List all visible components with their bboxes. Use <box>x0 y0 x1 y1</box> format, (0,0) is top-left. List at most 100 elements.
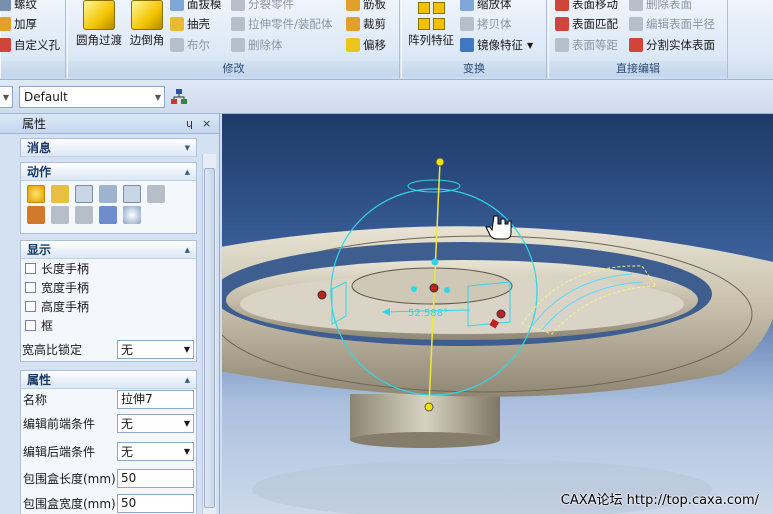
round-button[interactable]: 圆角过渡 <box>72 0 126 48</box>
collapse-icon: ▲ <box>184 245 190 254</box>
array-feature-button[interactable]: 阵列特征 <box>404 0 458 48</box>
feature-properties-icon[interactable] <box>51 185 69 203</box>
link-icon[interactable] <box>51 206 69 224</box>
checkbox-box[interactable] <box>25 282 36 293</box>
chevron-down-icon: ▼ <box>527 40 534 50</box>
close-icon[interactable]: × <box>202 117 211 130</box>
axis-bottom-handle[interactable] <box>424 402 434 412</box>
collapse-icon: ▼ <box>184 143 190 152</box>
extrude-part-icon <box>231 17 245 31</box>
checkbox-box[interactable] <box>25 320 36 331</box>
actions-header[interactable]: 动作 ▲ <box>21 163 196 181</box>
copy-feature-icon[interactable] <box>123 185 141 203</box>
face-draft-icon <box>170 0 184 11</box>
aspect-lock-select[interactable]: 无 ▼ <box>117 339 194 359</box>
unlink-icon[interactable] <box>75 206 93 224</box>
panel-title: 属性 <box>22 117 47 131</box>
3d-viewport[interactable]: 52.588° CAXA论坛 http://top.caxa.com/ <box>222 114 773 514</box>
hub-base-edge <box>350 432 500 448</box>
offset-button[interactable]: 偏移 <box>346 35 386 55</box>
left-handle[interactable] <box>411 286 417 292</box>
mirror-icon <box>460 38 474 52</box>
suppress-icon[interactable] <box>147 185 165 203</box>
split-face-button[interactable]: 分割实体表面 <box>629 35 715 55</box>
face-offset-button[interactable]: 表面等距 <box>555 35 618 55</box>
ribbon-group-label: 直接编辑 <box>549 61 727 77</box>
ribbon-group-label: 修改 <box>68 61 399 77</box>
zoom-icon[interactable] <box>123 206 141 224</box>
ribbon-group-label: 变换 <box>402 61 546 77</box>
face-match-button[interactable]: 表面匹配 <box>555 14 618 34</box>
thread-button[interactable]: 螺纹 <box>0 0 37 14</box>
display-header[interactable]: 显示 ▲ <box>21 241 196 259</box>
boolean-button[interactable]: 布尔 <box>170 35 210 55</box>
shell-icon <box>170 17 184 31</box>
delete-face-button[interactable]: 删除表面 <box>629 0 692 14</box>
thicken-button[interactable]: 加厚 <box>0 14 37 34</box>
left-dropdown[interactable]: ▼ <box>0 86 13 108</box>
length-handle-checkbox[interactable]: 长度手柄 <box>21 259 196 278</box>
post-condition-select[interactable]: 无 ▼ <box>117 441 194 461</box>
ribbon: 螺纹 加厚 自定义孔 圆角过渡 边倒角 面拔模 抽壳 布尔 分裂零件 拉伸零件/… <box>0 0 773 80</box>
tree-structure-icon[interactable] <box>170 88 188 106</box>
edit-feature-icon[interactable] <box>75 185 93 203</box>
panel-scrollbar[interactable] <box>202 154 216 514</box>
center-handle-top[interactable] <box>431 258 439 266</box>
array-icon <box>415 0 447 30</box>
paint-icon[interactable] <box>27 206 45 224</box>
center-handle[interactable] <box>429 283 439 293</box>
chamfer-button[interactable]: 边倒角 <box>126 0 168 48</box>
face-move-button[interactable]: 表面移动 <box>555 0 618 14</box>
offset-icon <box>346 38 360 52</box>
custom-hole-button[interactable]: 自定义孔 <box>0 35 60 55</box>
post-condition-row: 编辑后端条件无 ▼ <box>21 437 196 465</box>
ribbon-group-direct-edit: 表面移动 表面匹配 表面等距 删除表面 编辑表面半径 分割实体表面 直接编辑 <box>548 0 728 78</box>
trim-button[interactable]: 裁剪 <box>346 14 386 34</box>
handle-tool-icon[interactable] <box>27 185 45 203</box>
scale-body-button[interactable]: 缩放体 <box>460 0 512 14</box>
box-width-row: 包围盒宽度(mm) 50 <box>21 491 196 514</box>
boolean-icon <box>170 38 184 52</box>
box-length-field[interactable]: 50 <box>117 468 194 488</box>
move-icon[interactable] <box>99 185 117 203</box>
height-handle-checkbox[interactable]: 高度手柄 <box>21 297 196 316</box>
custom-hole-icon <box>0 38 11 52</box>
style-dropdown[interactable]: Default ▼ <box>19 86 165 108</box>
edit-face-radius-button[interactable]: 编辑表面半径 <box>629 14 715 34</box>
axis-top-handle[interactable] <box>435 157 445 167</box>
ribbon-group-modify: 圆角过渡 边倒角 面拔模 抽壳 布尔 分裂零件 拉伸零件/装配体 删除体 筋板 … <box>67 0 400 78</box>
copy-body-button[interactable]: 拷贝体 <box>460 14 512 34</box>
watermark: CAXA论坛 http://top.caxa.com/ <box>560 493 759 508</box>
chamfer-icon <box>131 0 163 30</box>
name-field[interactable]: 拉伸7 <box>117 389 194 409</box>
ribbon-group-label <box>1 61 65 77</box>
checkbox-box[interactable] <box>25 301 36 312</box>
scrollbar-thumb[interactable] <box>204 168 215 508</box>
rib-button[interactable]: 筋板 <box>346 0 386 14</box>
face-match-icon <box>555 17 569 31</box>
left-extent-handle[interactable] <box>317 290 327 300</box>
face-draft-button[interactable]: 面拔模 <box>170 0 222 14</box>
width-handle-checkbox[interactable]: 宽度手柄 <box>21 278 196 297</box>
checkbox-box[interactable] <box>25 263 36 274</box>
box-width-field[interactable]: 50 <box>117 493 194 513</box>
trim-icon <box>346 17 360 31</box>
mirror-feature-button[interactable]: 镜像特征 ▼ <box>460 35 533 55</box>
angle-label: 52.588° <box>408 308 448 319</box>
pre-condition-select[interactable]: 无 ▼ <box>117 413 194 433</box>
eraser-icon[interactable] <box>99 206 117 224</box>
messages-header[interactable]: 消息 ▼ <box>21 139 196 157</box>
extrude-part-button[interactable]: 拉伸零件/装配体 <box>231 14 332 34</box>
right-extent-handle[interactable] <box>496 309 506 319</box>
name-row: 名称 拉伸7 <box>21 389 196 409</box>
top-handle-ring[interactable] <box>407 179 461 193</box>
delete-body-button[interactable]: 删除体 <box>231 35 283 55</box>
shell-button[interactable]: 抽壳 <box>170 14 210 34</box>
split-part-button[interactable]: 分裂零件 <box>231 0 294 14</box>
frame-checkbox[interactable]: 框 <box>21 316 196 335</box>
properties-header[interactable]: 属性 ▲ <box>21 371 196 389</box>
pin-icon[interactable]: ɥ <box>186 117 193 130</box>
thicken-icon <box>0 17 11 31</box>
right-handle[interactable] <box>444 287 450 293</box>
aspect-lock-row: 宽高比锁定 无 ▼ <box>22 338 194 360</box>
